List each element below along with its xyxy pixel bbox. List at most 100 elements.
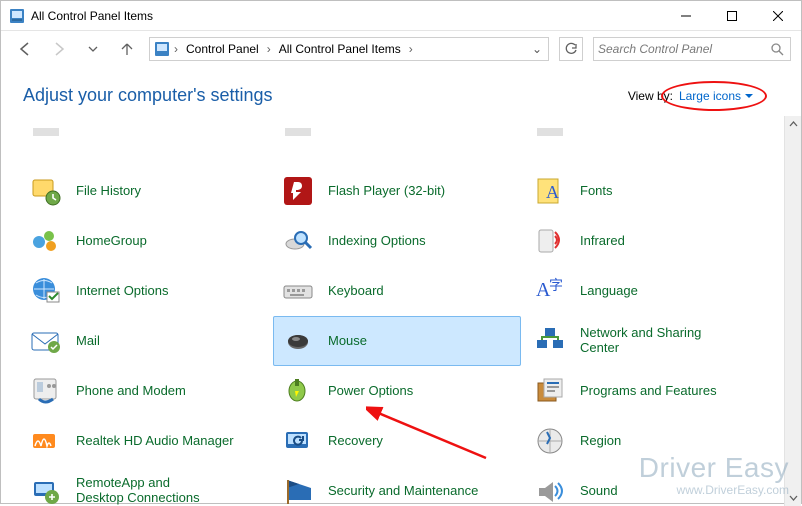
cp-item-mail[interactable]: Mail [21,316,269,366]
control-panel-small-icon [154,41,170,57]
window-title: All Control Panel Items [31,9,153,23]
file-history-icon [28,173,64,209]
cp-item-label: Mail [76,334,100,349]
address-history-dropdown[interactable]: ⌄ [528,42,546,56]
view-by-control: View by: Large icons [628,89,753,103]
cp-item-homegroup[interactable]: HomeGroup [21,216,269,266]
cp-item-flash-player-32-bit[interactable]: Flash Player (32-bit) [273,166,521,216]
cp-item-label: Phone and Modem [76,384,186,399]
refresh-button[interactable] [559,37,583,61]
minimize-button[interactable] [663,1,709,31]
cp-item-security-and-maintenance[interactable]: Security and Maintenance [273,466,521,506]
cut-icon [280,116,316,139]
search-box[interactable]: Search Control Panel [593,37,791,61]
mail-icon [28,323,64,359]
cp-item-power-options[interactable]: Power Options [273,366,521,416]
navigation-bar: › Control Panel › All Control Panel Item… [1,31,801,67]
cp-item-infrared[interactable]: Infrared [525,216,773,266]
region-icon [532,423,568,459]
cp-item-internet-options[interactable]: Internet Options [21,266,269,316]
cp-item-label: HomeGroup [76,234,147,249]
cp-item-label: Realtek HD Audio Manager [76,434,234,449]
security-icon [280,473,316,506]
cp-item-label: Sound [580,484,618,499]
keyboard-icon [280,273,316,309]
cp-item-label: Security and Maintenance [328,484,478,499]
breadcrumb-chevron-icon[interactable]: › [265,42,273,56]
cut-icon [532,116,568,139]
cp-item-realtek-hd-audio-manager[interactable]: Realtek HD Audio Manager [21,416,269,466]
breadcrumb-all-items[interactable]: All Control Panel Items [275,40,405,58]
scroll-up-button[interactable] [785,116,802,133]
remote-icon [28,473,64,506]
vertical-scrollbar[interactable] [784,116,801,506]
cp-item-label: Language [580,284,638,299]
cp-item-fonts[interactable]: A Fonts [525,166,773,216]
cp-item-label: Flash Player (32-bit) [328,184,445,199]
svg-text:字: 字 [549,277,563,293]
cp-item-network-and-sharing-center[interactable]: Network and SharingCenter [525,316,773,366]
cp-item-programs-and-features[interactable]: Programs and Features [525,366,773,416]
cp-item-remoteapp-and-desktop-connections[interactable]: RemoteApp andDesktop Connections [21,466,269,506]
cp-item-indexing-options[interactable]: Indexing Options [273,216,521,266]
cp-item-label: Infrared [580,234,625,249]
cp-item-region[interactable]: Region [525,416,773,466]
cp-item-label: Region [580,434,621,449]
cp-item-mouse[interactable]: Mouse [273,316,521,366]
address-bar[interactable]: › Control Panel › All Control Panel Item… [149,37,549,61]
page-title: Adjust your computer's settings [23,85,273,106]
nav-up-button[interactable] [115,37,139,61]
language-icon: A字 [532,273,568,309]
cp-item-partial[interactable] [525,116,773,140]
cp-item-sound[interactable]: Sound [525,466,773,506]
close-button[interactable] [755,1,801,31]
nav-back-button[interactable] [13,37,37,61]
view-by-label: View by: [628,89,673,103]
sound-icon [532,473,568,506]
nav-forward-button[interactable] [47,37,71,61]
cp-item-partial[interactable] [273,116,521,140]
cp-item-keyboard[interactable]: Keyboard [273,266,521,316]
cp-item-language[interactable]: A字 Language [525,266,773,316]
nav-history-dropdown[interactable] [81,37,105,61]
internet-icon [28,273,64,309]
power-icon [280,373,316,409]
indexing-icon [280,223,316,259]
search-icon[interactable] [770,42,786,56]
breadcrumb-chevron-icon[interactable]: › [172,42,180,56]
flash-icon [280,173,316,209]
cp-item-label: Power Options [328,384,413,399]
control-panel-icon [9,8,25,24]
scroll-down-button[interactable] [785,489,802,506]
breadcrumb-chevron-icon[interactable]: › [407,42,415,56]
network-icon [532,323,568,359]
view-by-dropdown[interactable]: Large icons [679,89,753,103]
cp-item-label: Network and SharingCenter [580,326,701,356]
homegroup-icon [28,223,64,259]
cp-item-label: Keyboard [328,284,384,299]
programs-icon [532,373,568,409]
cp-item-partial[interactable] [21,116,269,140]
recovery-icon [280,423,316,459]
mouse-icon [280,323,316,359]
cp-item-label: File History [76,184,141,199]
maximize-button[interactable] [709,1,755,31]
cp-item-label: Mouse [328,334,367,349]
cp-item-file-history[interactable]: File History [21,166,269,216]
realtek-icon [28,423,64,459]
items-area: File History Flash Player (32-bit) A Fonts H… [1,116,801,506]
chevron-down-icon [745,92,753,100]
items-grid: File History Flash Player (32-bit) A Fonts H… [21,116,791,506]
breadcrumb-control-panel[interactable]: Control Panel [182,40,263,58]
cp-item-label: RemoteApp andDesktop Connections [76,476,200,506]
cp-item-recovery[interactable]: Recovery [273,416,521,466]
cut-icon [28,116,64,139]
cp-item-label: Recovery [328,434,383,449]
search-placeholder[interactable]: Search Control Panel [598,42,770,56]
svg-text:A: A [546,182,559,202]
window-titlebar: All Control Panel Items [1,1,801,31]
fonts-icon: A [532,173,568,209]
cp-item-label: Indexing Options [328,234,426,249]
cp-item-label: Fonts [580,184,613,199]
cp-item-phone-and-modem[interactable]: Phone and Modem [21,366,269,416]
